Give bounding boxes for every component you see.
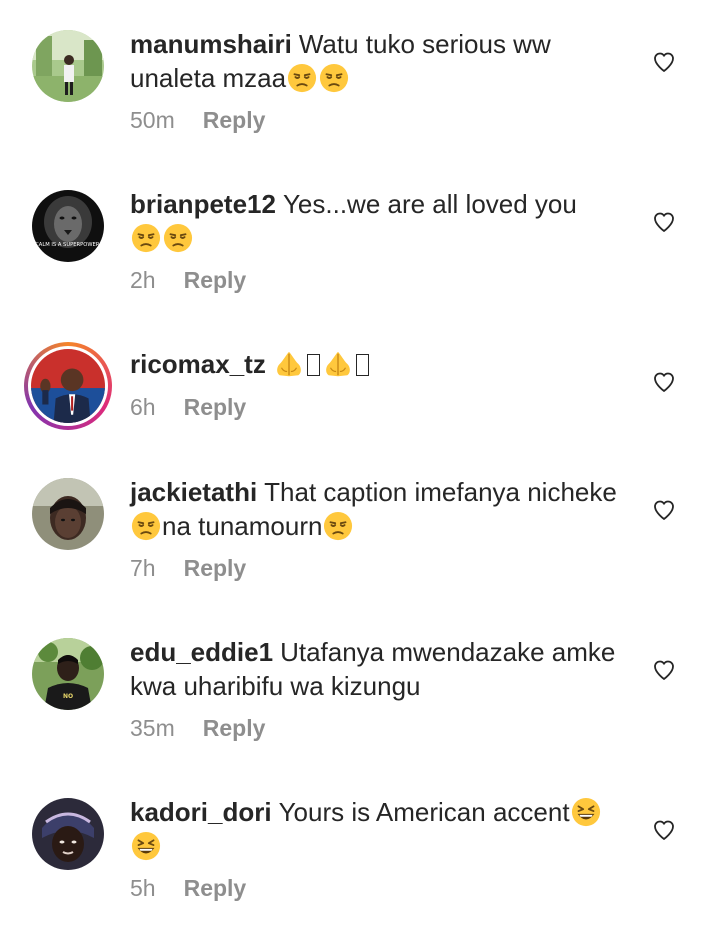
folded-hands-icon: [323, 349, 353, 379]
comment-username[interactable]: jackietathi: [130, 477, 257, 507]
comment-text: edu_eddie1 Utafanya mwendazake amke kwa u…: [130, 635, 630, 703]
reply-button[interactable]: Reply: [203, 715, 266, 741]
comment-item: manumshairi Watu tuko serious ww unaleta …: [0, 0, 720, 160]
comment-timestamp: 2h: [130, 267, 156, 293]
avatar[interactable]: [32, 798, 104, 870]
comment-timestamp: 35m: [130, 715, 175, 741]
unamused-face-icon: [131, 223, 161, 253]
comment-timestamp: 7h: [130, 555, 156, 581]
comment-meta: 35m Reply: [130, 715, 265, 742]
comment-body: That caption imefanya nicheke: [264, 477, 617, 507]
comment-item: jackietathi That caption imefanya nicheke…: [0, 448, 720, 608]
avatar[interactable]: CALM IS A SUPERPOWER.: [32, 190, 104, 262]
comment-meta: 7h Reply: [130, 555, 246, 582]
comment-body: Yes...we are all loved you: [282, 189, 577, 219]
reply-button[interactable]: Reply: [203, 107, 266, 133]
avatar[interactable]: [32, 30, 104, 102]
avatar[interactable]: [32, 478, 104, 550]
comment-meta: 5h Reply: [130, 875, 246, 902]
like-heart-icon[interactable]: [652, 658, 676, 682]
like-heart-icon[interactable]: [652, 818, 676, 842]
reply-button[interactable]: Reply: [184, 394, 247, 420]
comment-username[interactable]: kadori_dori: [130, 797, 272, 827]
like-heart-icon[interactable]: [652, 498, 676, 522]
avatar[interactable]: NO: [32, 638, 104, 710]
missing-glyph-icon: [306, 354, 320, 376]
missing-glyph-icon: [355, 354, 369, 376]
reply-button[interactable]: Reply: [184, 555, 247, 581]
unamused-face-icon: [287, 63, 317, 93]
comment-meta: 6h Reply: [130, 394, 246, 421]
comment-username[interactable]: manumshairi: [130, 29, 292, 59]
comment-meta: 2h Reply: [130, 267, 246, 294]
grinning-squinting-face-icon: [131, 831, 161, 861]
avatar-story-ring[interactable]: [24, 342, 112, 430]
comment-text: manumshairi Watu tuko serious ww unaleta …: [130, 27, 630, 95]
svg-text:NO: NO: [63, 693, 73, 700]
folded-hands-icon: [274, 349, 304, 379]
like-heart-icon[interactable]: [652, 210, 676, 234]
comment-username[interactable]: edu_eddie1: [130, 637, 273, 667]
comment-item: NO edu_eddie1 Utafanya mwendazake amke kw…: [0, 608, 720, 768]
unamused-face-icon: [163, 223, 193, 253]
comment-timestamp: 50m: [130, 107, 175, 133]
comment-item: kadori_dori Yours is American accent 5h Re…: [0, 768, 720, 928]
grinning-squinting-face-icon: [571, 797, 601, 827]
comment-meta: 50m Reply: [130, 107, 265, 134]
comment-timestamp: 5h: [130, 875, 156, 901]
reply-button[interactable]: Reply: [184, 267, 247, 293]
like-heart-icon[interactable]: [652, 50, 676, 74]
unamused-face-icon: [319, 63, 349, 93]
comment-body: Yours is American accent: [278, 797, 570, 827]
comment-text: kadori_dori Yours is American accent: [130, 795, 630, 863]
reply-button[interactable]: Reply: [184, 875, 247, 901]
unamused-face-icon: [131, 511, 161, 541]
comment-timestamp: 6h: [130, 394, 156, 420]
unamused-face-icon: [323, 511, 353, 541]
like-heart-icon[interactable]: [652, 370, 676, 394]
comment-item: CALM IS A SUPERPOWER. brianpete12 Yes...w…: [0, 160, 720, 320]
comment-text: brianpete12 Yes...we are all loved you: [130, 187, 630, 255]
svg-text:CALM IS A SUPERPOWER.: CALM IS A SUPERPOWER.: [35, 242, 101, 248]
comment-username[interactable]: ricomax_tz: [130, 349, 266, 379]
comment-text: ricomax_tz: [130, 347, 630, 381]
comment-username[interactable]: brianpete12: [130, 189, 276, 219]
comment-text: jackietathi That caption imefanya nicheke…: [130, 475, 630, 543]
comment-body-continued: na tunamourn: [162, 511, 323, 541]
